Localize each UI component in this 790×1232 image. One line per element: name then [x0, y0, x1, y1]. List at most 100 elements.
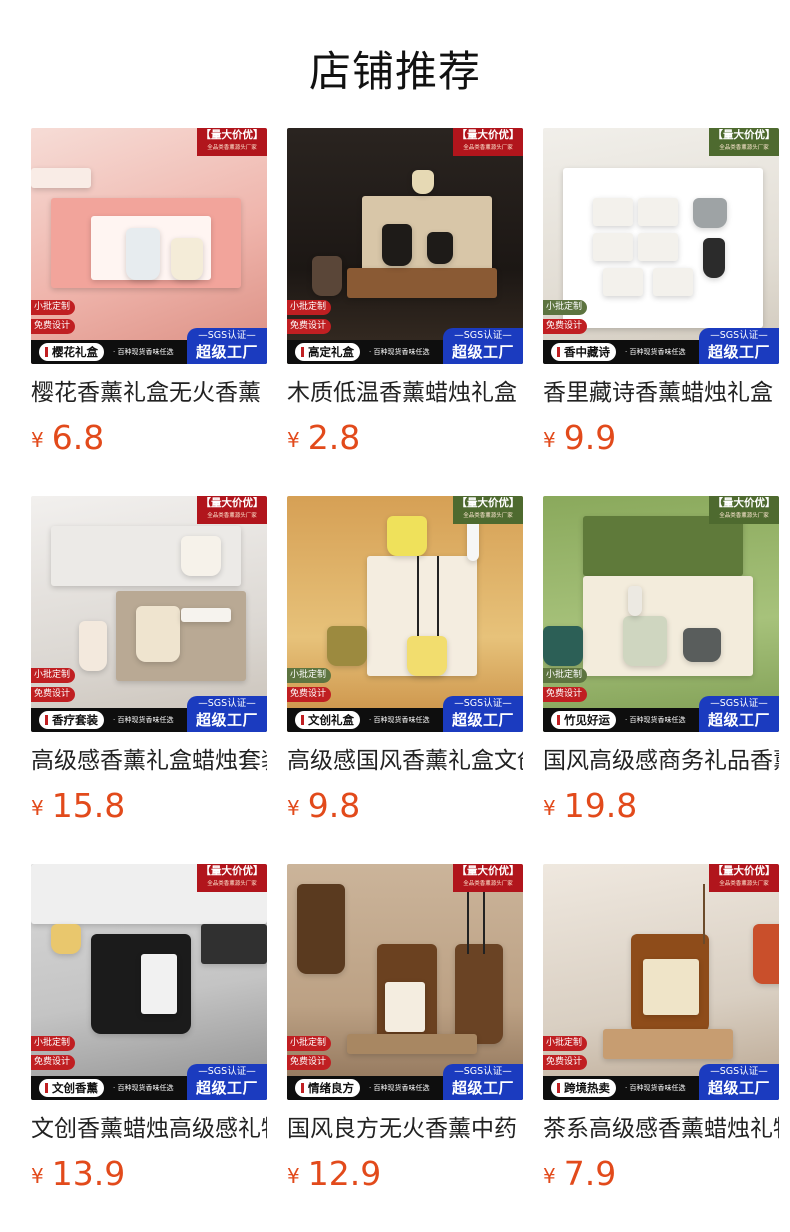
candle-jar [543, 626, 583, 666]
price-value: 9.9 [563, 418, 617, 457]
currency-symbol: ¥ [287, 1164, 300, 1188]
candle-jar [387, 516, 427, 556]
design-tag: 免费设计 [31, 319, 76, 334]
promo-badge-subtitle: 全品类香薰源头厂家 [719, 881, 769, 887]
gift-box [603, 268, 643, 296]
gift-box [347, 1034, 477, 1054]
product-image[interactable]: 【量大价优】 全品类香薰源头厂家 小批定制 免费设计 香疗套装 · 百种现货香味… [31, 496, 267, 732]
promo-badge-subtitle: 全品类香薰源头厂家 [463, 145, 513, 151]
factory-label: 超级工厂 [451, 1079, 514, 1097]
promo-badge: 【量大价优】 全品类香薰源头厂家 [709, 496, 779, 524]
promo-badge: 【量大价优】 全品类香薰源头厂家 [197, 496, 267, 524]
product-image[interactable]: 【量大价优】 全品类香薰源头厂家 小批定制 免费设计 高定礼盒 · 百种现货香味… [287, 128, 523, 364]
candle-jar [683, 628, 721, 662]
candle-jar [171, 238, 203, 280]
factory-label: 超级工厂 [451, 343, 514, 361]
reed-stick [437, 556, 439, 636]
product-image[interactable]: 【量大价优】 全品类香薰源头厂家 小批定制 免费设计 跨境热卖 · 百种现货香味… [543, 864, 779, 1100]
candle-jar [412, 170, 434, 194]
factory-badge: —SGS认证— 超级工厂 [699, 696, 779, 732]
reed-stick [703, 884, 705, 944]
custom-tag: 小批定制 [31, 668, 76, 683]
product-name[interactable]: 文创香薰蜡烛高级感礼物 [31, 1114, 267, 1144]
gift-box [31, 168, 91, 188]
candle-jar [407, 636, 447, 676]
product-image[interactable]: 【量大价优】 全品类香薰源头厂家 小批定制 免费设计 文创礼盒 · 百种现货香味… [287, 496, 523, 732]
custom-tag: 小批定制 [287, 300, 332, 315]
banner-subtitle: · 百种现货香味任选 [113, 716, 174, 724]
price-value: 15.8 [51, 786, 126, 825]
product-price: ¥6.8 [31, 418, 104, 457]
product-price: ¥9.8 [287, 786, 360, 825]
product-card[interactable]: 【量大价优】 全品类香薰源头厂家 小批定制 免费设计 香疗套装 · 百种现货香味… [31, 496, 267, 836]
promo-badge-subtitle: 全品类香薰源头厂家 [719, 145, 769, 151]
currency-symbol: ¥ [543, 796, 556, 820]
product-card[interactable]: 【量大价优】 全品类香薰源头厂家 小批定制 免费设计 文创礼盒 · 百种现货香味… [287, 496, 523, 836]
product-card[interactable]: 【量大价优】 全品类香薰源头厂家 小批定制 免费设计 竹见好运 · 百种现货香味… [543, 496, 779, 836]
currency-symbol: ¥ [287, 428, 300, 452]
sgs-label: —SGS认证— [710, 1066, 768, 1077]
candle-jar [126, 228, 160, 280]
sgs-label: —SGS认证— [454, 330, 512, 341]
product-card[interactable]: 【量大价优】 全品类香薰源头厂家 小批定制 免费设计 高定礼盒 · 百种现货香味… [287, 128, 523, 468]
product-name[interactable]: 高级感国风香薰礼盒文创 [287, 746, 523, 776]
banner-label: 樱花礼盒 [39, 343, 104, 361]
product-name[interactable]: 国风良方无火香薰中药 [287, 1114, 523, 1144]
product-name[interactable]: 茶系高级感香薰蜡烛礼物 [543, 1114, 779, 1144]
design-tag: 免费设计 [287, 319, 332, 334]
product-price: ¥19.8 [543, 786, 637, 825]
promo-badge-title: 【量大价优】 [456, 497, 520, 509]
candle-jar [312, 256, 342, 296]
product-name[interactable]: 香里藏诗香薰蜡烛礼盒 [543, 378, 779, 408]
product-image[interactable]: 【量大价优】 全品类香薰源头厂家 小批定制 免费设计 文创香薰 · 百种现货香味… [31, 864, 267, 1100]
candle-jar [79, 621, 107, 671]
promo-badge: 【量大价优】 全品类香薰源头厂家 [453, 128, 523, 156]
gift-box [638, 233, 678, 261]
banner-label: 香中藏诗 [551, 343, 616, 361]
product-name[interactable]: 高级感香薰礼盒蜡烛套装 [31, 746, 267, 776]
product-image[interactable]: 【量大价优】 全品类香薰源头厂家 小批定制 免费设计 情绪良方 · 百种现货香味… [287, 864, 523, 1100]
factory-label: 超级工厂 [195, 1079, 258, 1097]
price-value: 6.8 [51, 418, 105, 457]
image-banner: 香疗套装 · 百种现货香味任选 —SGS认证— 超级工厂 [31, 696, 267, 732]
factory-badge: —SGS认证— 超级工厂 [187, 328, 267, 364]
gift-box [603, 1029, 733, 1059]
promo-badge-title: 【量大价优】 [712, 497, 776, 509]
product-card[interactable]: 【量大价优】 全品类香薰源头厂家 小批定制 免费设计 樱花礼盒 · 百种现货香味… [31, 128, 267, 468]
banner-subtitle: · 百种现货香味任选 [369, 716, 430, 724]
product-image[interactable]: 【量大价优】 全品类香薰源头厂家 小批定制 免费设计 竹见好运 · 百种现货香味… [543, 496, 779, 732]
product-card[interactable]: 【量大价优】 全品类香薰源头厂家 小批定制 免费设计 跨境热卖 · 百种现货香味… [543, 864, 779, 1204]
product-card[interactable]: 【量大价优】 全品类香薰源头厂家 小批定制 免费设计 香中藏诗 · 百种现货香味… [543, 128, 779, 468]
banner-subtitle: · 百种现货香味任选 [113, 348, 174, 356]
candle-jar [703, 238, 725, 278]
image-banner: 香中藏诗 · 百种现货香味任选 —SGS认证— 超级工厂 [543, 328, 779, 364]
product-name[interactable]: 樱花香薰礼盒无火香薰 [31, 378, 267, 408]
factory-badge: —SGS认证— 超级工厂 [443, 1064, 523, 1100]
candle-jar [136, 606, 180, 662]
gift-box [141, 954, 177, 1014]
banner-subtitle: · 百种现货香味任选 [625, 348, 686, 356]
price-value: 13.9 [51, 1154, 126, 1193]
candle-jar [693, 198, 727, 228]
product-card[interactable]: 【量大价优】 全品类香薰源头厂家 小批定制 免费设计 文创香薰 · 百种现货香味… [31, 864, 267, 1204]
product-name[interactable]: 国风高级感商务礼品香薰 [543, 746, 779, 776]
price-value: 12.9 [307, 1154, 382, 1193]
promo-badge-title: 【量大价优】 [200, 865, 264, 877]
promo-badge-subtitle: 全品类香薰源头厂家 [463, 513, 513, 519]
product-card[interactable]: 【量大价优】 全品类香薰源头厂家 小批定制 免费设计 情绪良方 · 百种现货香味… [287, 864, 523, 1204]
design-tag: 免费设计 [543, 319, 588, 334]
banner-subtitle: · 百种现货香味任选 [369, 1084, 430, 1092]
candle-jar [382, 224, 412, 266]
currency-symbol: ¥ [543, 1164, 556, 1188]
product-name[interactable]: 木质低温香薰蜡烛礼盒 [287, 378, 523, 408]
promo-badge-title: 【量大价优】 [456, 865, 520, 877]
product-image[interactable]: 【量大价优】 全品类香薰源头厂家 小批定制 免费设计 香中藏诗 · 百种现货香味… [543, 128, 779, 364]
product-image[interactable]: 【量大价优】 全品类香薰源头厂家 小批定制 免费设计 樱花礼盒 · 百种现货香味… [31, 128, 267, 364]
candle-jar [327, 626, 367, 666]
design-tag: 免费设计 [287, 1055, 332, 1070]
factory-badge: —SGS认证— 超级工厂 [187, 696, 267, 732]
image-banner: 跨境热卖 · 百种现货香味任选 —SGS认证— 超级工厂 [543, 1064, 779, 1100]
banner-label: 高定礼盒 [295, 343, 360, 361]
price-value: 7.9 [563, 1154, 617, 1193]
factory-label: 超级工厂 [707, 1079, 770, 1097]
